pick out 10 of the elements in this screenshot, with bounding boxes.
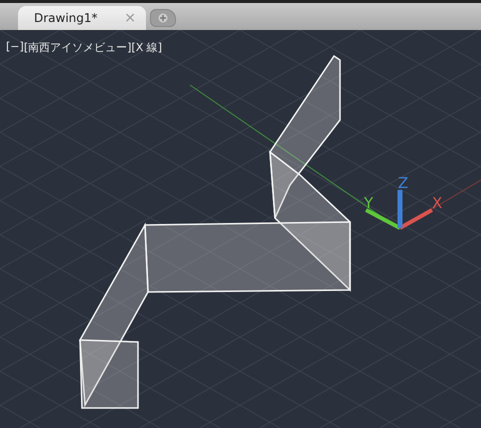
viewport-control[interactable]: [X 線] [131, 40, 162, 55]
axis-label: X [432, 194, 442, 212]
viewport-control[interactable]: [−] [6, 40, 24, 55]
new-tab-button[interactable] [150, 9, 176, 27]
axis-gizmo-drawing [365, 190, 433, 230]
plus-icon [158, 13, 168, 23]
viewport-control[interactable]: [南西アイソメビュー] [24, 40, 132, 55]
axis-label: Z [398, 174, 408, 192]
drawing-tab[interactable]: Drawing1* × [18, 6, 146, 30]
axis-label: Y [364, 194, 374, 212]
